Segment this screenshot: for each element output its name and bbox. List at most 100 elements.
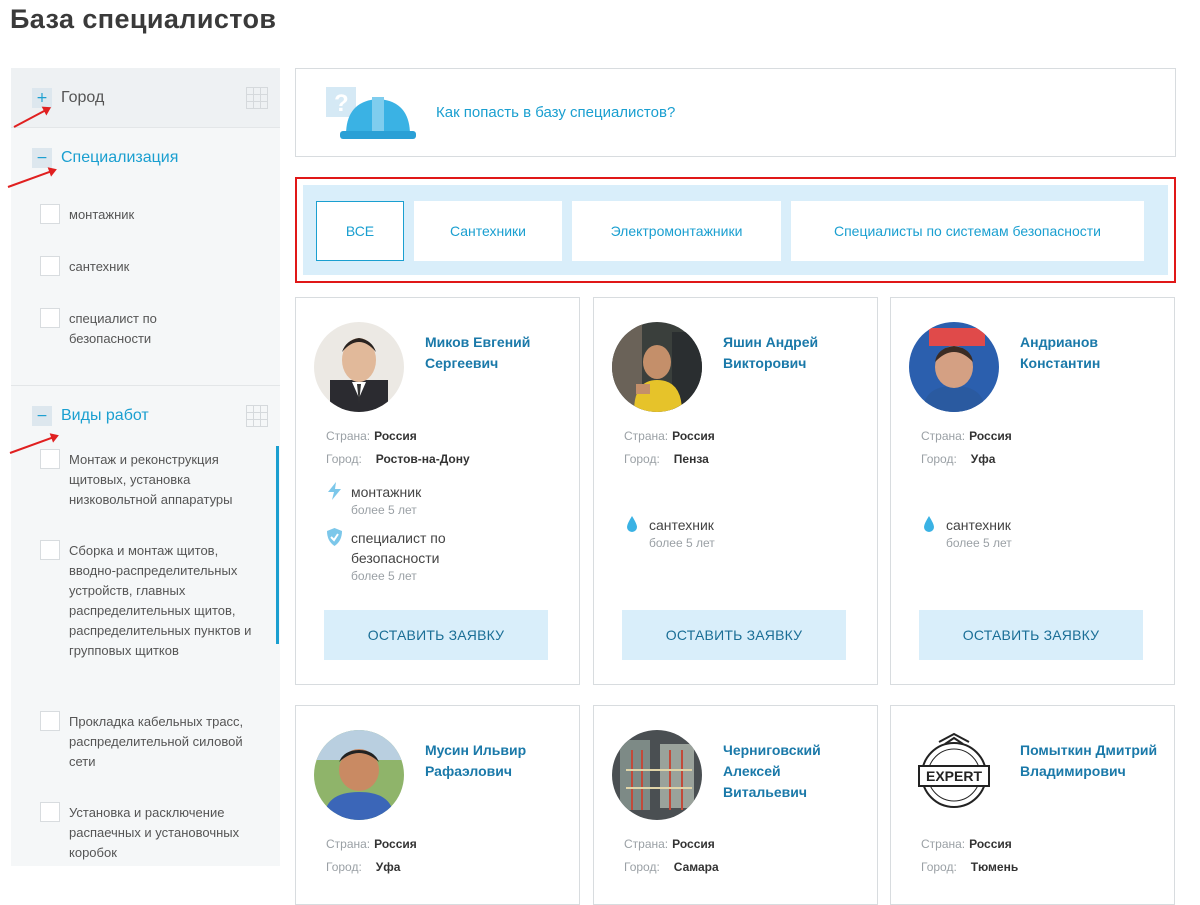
country-row: Страна: Россия xyxy=(326,837,417,851)
experience: более 5 лет xyxy=(351,569,417,583)
specialist-name[interactable]: Помыткин Дмитрий Владимирович xyxy=(1020,740,1160,782)
specialist-card: Мусин Ильвир Рафаэлович Страна: Россия Го… xyxy=(295,705,580,905)
city-value: Уфа xyxy=(970,452,996,466)
country-row: Страна: Россия xyxy=(326,429,417,443)
checkbox-label[interactable]: Установка и расключение распаечных и уст… xyxy=(69,803,249,863)
avatar xyxy=(612,730,702,820)
country-value: Россия xyxy=(672,429,715,443)
checkbox[interactable] xyxy=(40,256,60,276)
logo-text: EXPERT xyxy=(926,768,982,784)
tab-all[interactable]: ВСЕ xyxy=(316,201,404,261)
specialist-card: Миков Евгений Сергеевич Страна: Россия Го… xyxy=(295,297,580,685)
avatar xyxy=(909,322,999,412)
country-label: Страна: xyxy=(921,429,966,443)
specialist-name[interactable]: Черниговский Алексей Витальевич xyxy=(723,740,863,803)
avatar xyxy=(314,322,404,412)
checkbox-item[interactable]: специалист по безопасности xyxy=(11,308,280,385)
info-banner: ? Как попасть в базу специалистов? xyxy=(295,68,1176,157)
checkbox-label[interactable]: монтажник xyxy=(69,205,134,225)
collapse-toggle[interactable]: − xyxy=(32,148,52,168)
order-button[interactable]: ОСТАВИТЬ ЗАЯВКУ xyxy=(919,610,1143,660)
checkbox[interactable] xyxy=(40,711,60,731)
specialist-name[interactable]: Яшин Андрей Викторович xyxy=(723,332,863,374)
city-row: Город: Тюмень xyxy=(921,860,1018,874)
checkbox-item[interactable]: Сборка и монтаж щитов, вводно-распредели… xyxy=(11,540,280,712)
order-button[interactable]: ОСТАВИТЬ ЗАЯВКУ xyxy=(324,610,548,660)
country-label: Страна: xyxy=(624,837,669,851)
checkbox-item[interactable]: сантехник xyxy=(11,256,280,309)
specialist-name[interactable]: Мусин Ильвир Рафаэлович xyxy=(425,740,565,782)
checkbox-label[interactable]: Прокладка кабельных трасс, распределител… xyxy=(69,712,249,772)
water-drop-icon xyxy=(627,516,637,532)
specialist-card: EXPERT Помыткин Дмитрий Владимирович Стр… xyxy=(890,705,1175,905)
city-row: Город: Пенза xyxy=(624,452,709,466)
city-value: Ростов-на-Дону xyxy=(375,452,470,466)
city-row: Город: Ростов-на-Дону xyxy=(326,452,470,466)
tab-electricians[interactable]: Электромонтажники xyxy=(572,201,781,261)
checkbox[interactable] xyxy=(40,204,60,224)
city-label: Город: xyxy=(624,452,660,466)
checkbox-label[interactable]: сантехник xyxy=(69,257,129,277)
specialization-name: специалист по безопасности xyxy=(351,530,446,566)
collapse-toggle[interactable]: − xyxy=(32,405,52,426)
filter-title-specialization[interactable]: Специализация xyxy=(61,149,178,167)
checkbox-item[interactable]: монтажник xyxy=(11,204,280,257)
tab-plumbers[interactable]: Сантехники xyxy=(414,201,562,261)
avatar xyxy=(612,322,702,412)
info-link[interactable]: Как попасть в базу специалистов? xyxy=(436,104,675,121)
city-value: Тюмень xyxy=(970,860,1019,874)
checkbox-item[interactable]: Прокладка кабельных трасс, распределител… xyxy=(11,711,280,803)
country-label: Страна: xyxy=(624,429,669,443)
checkbox-label[interactable]: Сборка и монтаж щитов, вводно-распредели… xyxy=(69,541,259,661)
water-drop-icon xyxy=(924,516,934,532)
shield-icon xyxy=(327,528,342,546)
filter-section-city[interactable]: + Город xyxy=(11,68,280,128)
filter-section-specialization[interactable]: − Специализация xyxy=(11,128,280,188)
specialization-row: сантехник более 5 лет xyxy=(921,515,1012,551)
specialist-name[interactable]: Андрианов Константин xyxy=(1020,332,1160,374)
grid-icon[interactable] xyxy=(246,405,268,427)
sidebar-scrollbar[interactable] xyxy=(276,446,279,644)
checkbox[interactable] xyxy=(40,308,60,328)
city-row: Город: Самара xyxy=(624,860,719,874)
experience: более 5 лет xyxy=(351,503,417,517)
checkbox-label[interactable]: Монтаж и реконструкция щитовых, установк… xyxy=(69,450,249,510)
city-label: Город: xyxy=(624,860,660,874)
city-value: Пенза xyxy=(673,452,709,466)
checkbox[interactable] xyxy=(40,802,60,822)
specialization-name: сантехник xyxy=(649,517,714,533)
filter-title-city[interactable]: Город xyxy=(61,89,104,107)
page-title: База специалистов xyxy=(10,4,277,34)
specialization-row: сантехник более 5 лет xyxy=(624,515,715,551)
tab-security-specialists[interactable]: Специалисты по системам безопасности xyxy=(791,201,1144,261)
lightning-icon xyxy=(328,482,341,500)
country-value: Россия xyxy=(374,837,417,851)
specialist-card: Андрианов Константин Страна: Россия Город… xyxy=(890,297,1175,685)
checkbox-label[interactable]: специалист по безопасности xyxy=(69,309,189,349)
specialist-card: Черниговский Алексей Витальевич Страна: Р… xyxy=(593,705,878,905)
city-row: Город: Уфа xyxy=(326,860,400,874)
checkbox-item[interactable]: Установка и расключение распаечных и уст… xyxy=(11,802,280,866)
city-label: Город: xyxy=(326,452,362,466)
category-tabs: ВСЕ Сантехники Электромонтажники Специал… xyxy=(303,185,1168,275)
order-button[interactable]: ОСТАВИТЬ ЗАЯВКУ xyxy=(622,610,846,660)
checkbox[interactable] xyxy=(40,540,60,560)
country-row: Страна: Россия xyxy=(921,837,1012,851)
grid-icon[interactable] xyxy=(246,87,268,109)
country-value: Россия xyxy=(672,837,715,851)
specialist-name[interactable]: Миков Евгений Сергеевич xyxy=(425,332,565,374)
experience: более 5 лет xyxy=(946,536,1012,550)
filter-title-work-types[interactable]: Виды работ xyxy=(61,407,149,425)
highlight-frame: ВСЕ Сантехники Электромонтажники Специал… xyxy=(295,177,1176,283)
checkbox-item[interactable]: Монтаж и реконструкция щитовых, установк… xyxy=(11,449,280,541)
checkbox[interactable] xyxy=(40,449,60,469)
helmet-icon: ? xyxy=(326,87,416,139)
svg-text:?: ? xyxy=(334,90,349,117)
avatar xyxy=(314,730,404,820)
specialization-name: сантехник xyxy=(946,517,1011,533)
country-row: Страна: Россия xyxy=(624,429,715,443)
country-value: Россия xyxy=(969,837,1012,851)
specialization-row: монтажник более 5 лет xyxy=(326,482,421,518)
city-value: Самара xyxy=(673,860,719,874)
specialist-card: Яшин Андрей Викторович Страна: Россия Гор… xyxy=(593,297,878,685)
